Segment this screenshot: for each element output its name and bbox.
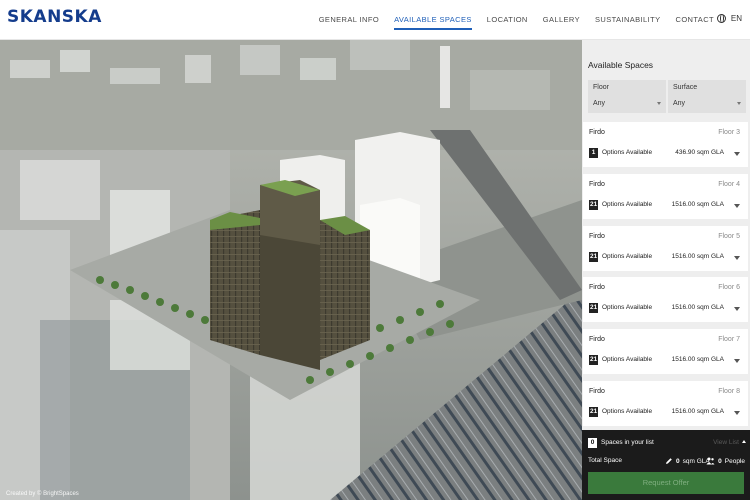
floor-filter-label: Floor [593, 84, 609, 91]
space-card[interactable]: Firdo Floor 4 21 Options Available 1516.… [583, 174, 748, 219]
options-count-badge: 1 [589, 148, 598, 158]
options-count-badge: 21 [589, 355, 599, 365]
space-card[interactable]: Firdo Floor 5 21 Options Available 1516.… [583, 226, 748, 271]
space-area: 1516.00 sqm GLA [671, 253, 724, 260]
expand-chevron-icon[interactable] [734, 152, 740, 156]
spaces-list-summary: 0 Spaces in your list View List Total Sp… [582, 430, 750, 500]
surface-filter-value: Any [673, 100, 686, 107]
options-count-badge: 21 [589, 303, 599, 313]
nav-available-spaces[interactable]: AVAILABLE SPACES [394, 15, 472, 30]
space-card[interactable]: Firdo Floor 3 1 Options Available 436.90… [583, 122, 748, 167]
skanska-logo[interactable]: SKANSKA [7, 7, 102, 27]
pencil-icon [666, 458, 672, 464]
options-label: Options Available [602, 408, 653, 415]
chevron-down-icon [657, 102, 661, 105]
space-area: 436.90 sqm GLA [675, 149, 724, 156]
options-label: Options Available [602, 253, 653, 260]
total-people-value: 0 [718, 457, 722, 465]
options-label: Options Available [602, 201, 653, 208]
options-count-badge: 21 [589, 200, 599, 210]
3d-map-view[interactable]: Created by © BrightSpaces [0, 40, 582, 500]
space-card[interactable]: Firdo Floor 8 21 Options Available 1516.… [583, 381, 748, 426]
nav-general-info[interactable]: GENERAL INFO [319, 15, 379, 30]
space-name: Firdo [589, 181, 605, 188]
request-offer-button[interactable]: Request Offer [588, 472, 744, 494]
space-floor: Floor 5 [718, 233, 740, 240]
space-area: 1516.00 sqm GLA [671, 201, 724, 208]
space-card[interactable]: Firdo Floor 7 21 Options Available 1516.… [583, 329, 748, 374]
options-label: Options Available [602, 149, 653, 156]
expand-chevron-icon[interactable] [734, 307, 740, 311]
surface-filter-label: Surface [673, 84, 698, 91]
options-label: Options Available [602, 304, 653, 311]
list-label: Spaces in your list [601, 439, 654, 446]
total-gla-value: 0 [676, 457, 680, 465]
space-name: Firdo [589, 129, 605, 136]
floor-filter-value: Any [593, 100, 606, 107]
surface-filter[interactable]: Surface Any [668, 80, 746, 113]
panel-title: Available Spaces [588, 60, 654, 70]
globe-icon [716, 14, 726, 23]
main-nav: GENERAL INFO AVAILABLE SPACES LOCATION G… [319, 15, 714, 30]
people-icon [706, 457, 715, 465]
expand-chevron-icon[interactable] [734, 256, 740, 260]
list-count-badge: 0 [588, 438, 597, 448]
nav-sustainability[interactable]: SUSTAINABILITY [595, 15, 660, 30]
space-name: Firdo [589, 336, 605, 343]
space-floor: Floor 4 [718, 181, 740, 188]
language-label: EN [730, 14, 742, 23]
space-card[interactable]: Firdo Floor 6 21 Options Available 1516.… [583, 277, 748, 322]
total-gla: 0 sqm GLA [665, 457, 710, 465]
nav-contact[interactable]: CONTACT [676, 15, 715, 30]
language-selector[interactable]: EN [716, 14, 742, 23]
map-credit: Created by © BrightSpaces [6, 491, 79, 497]
expand-chevron-icon[interactable] [734, 411, 740, 415]
options-count-badge: 21 [589, 252, 599, 262]
space-name: Firdo [589, 284, 605, 291]
top-bar: SKANSKA GENERAL INFO AVAILABLE SPACES LO… [0, 0, 750, 40]
floor-filter[interactable]: Floor Any [588, 80, 666, 113]
total-people: 0 People [706, 457, 745, 465]
view-list-button[interactable]: View List [713, 439, 746, 446]
space-floor: Floor 7 [718, 336, 740, 343]
space-area: 1516.00 sqm GLA [671, 304, 724, 311]
expand-chevron-icon[interactable] [734, 359, 740, 363]
space-floor: Floor 8 [718, 388, 740, 395]
space-floor: Floor 3 [718, 129, 740, 136]
space-floor: Floor 6 [718, 284, 740, 291]
nav-location[interactable]: LOCATION [487, 15, 528, 30]
options-count-badge: 21 [589, 407, 599, 417]
space-name: Firdo [589, 388, 605, 395]
space-area: 1516.00 sqm GLA [671, 356, 724, 363]
total-space-label: Total Space [588, 457, 622, 464]
total-people-unit: People [724, 457, 745, 465]
expand-chevron-icon[interactable] [734, 204, 740, 208]
space-area: 1516.00 sqm GLA [671, 408, 724, 415]
chevron-down-icon [737, 102, 741, 105]
nav-gallery[interactable]: GALLERY [543, 15, 580, 30]
aerial-city-render [0, 40, 582, 500]
options-label: Options Available [602, 356, 653, 363]
space-name: Firdo [589, 233, 605, 240]
